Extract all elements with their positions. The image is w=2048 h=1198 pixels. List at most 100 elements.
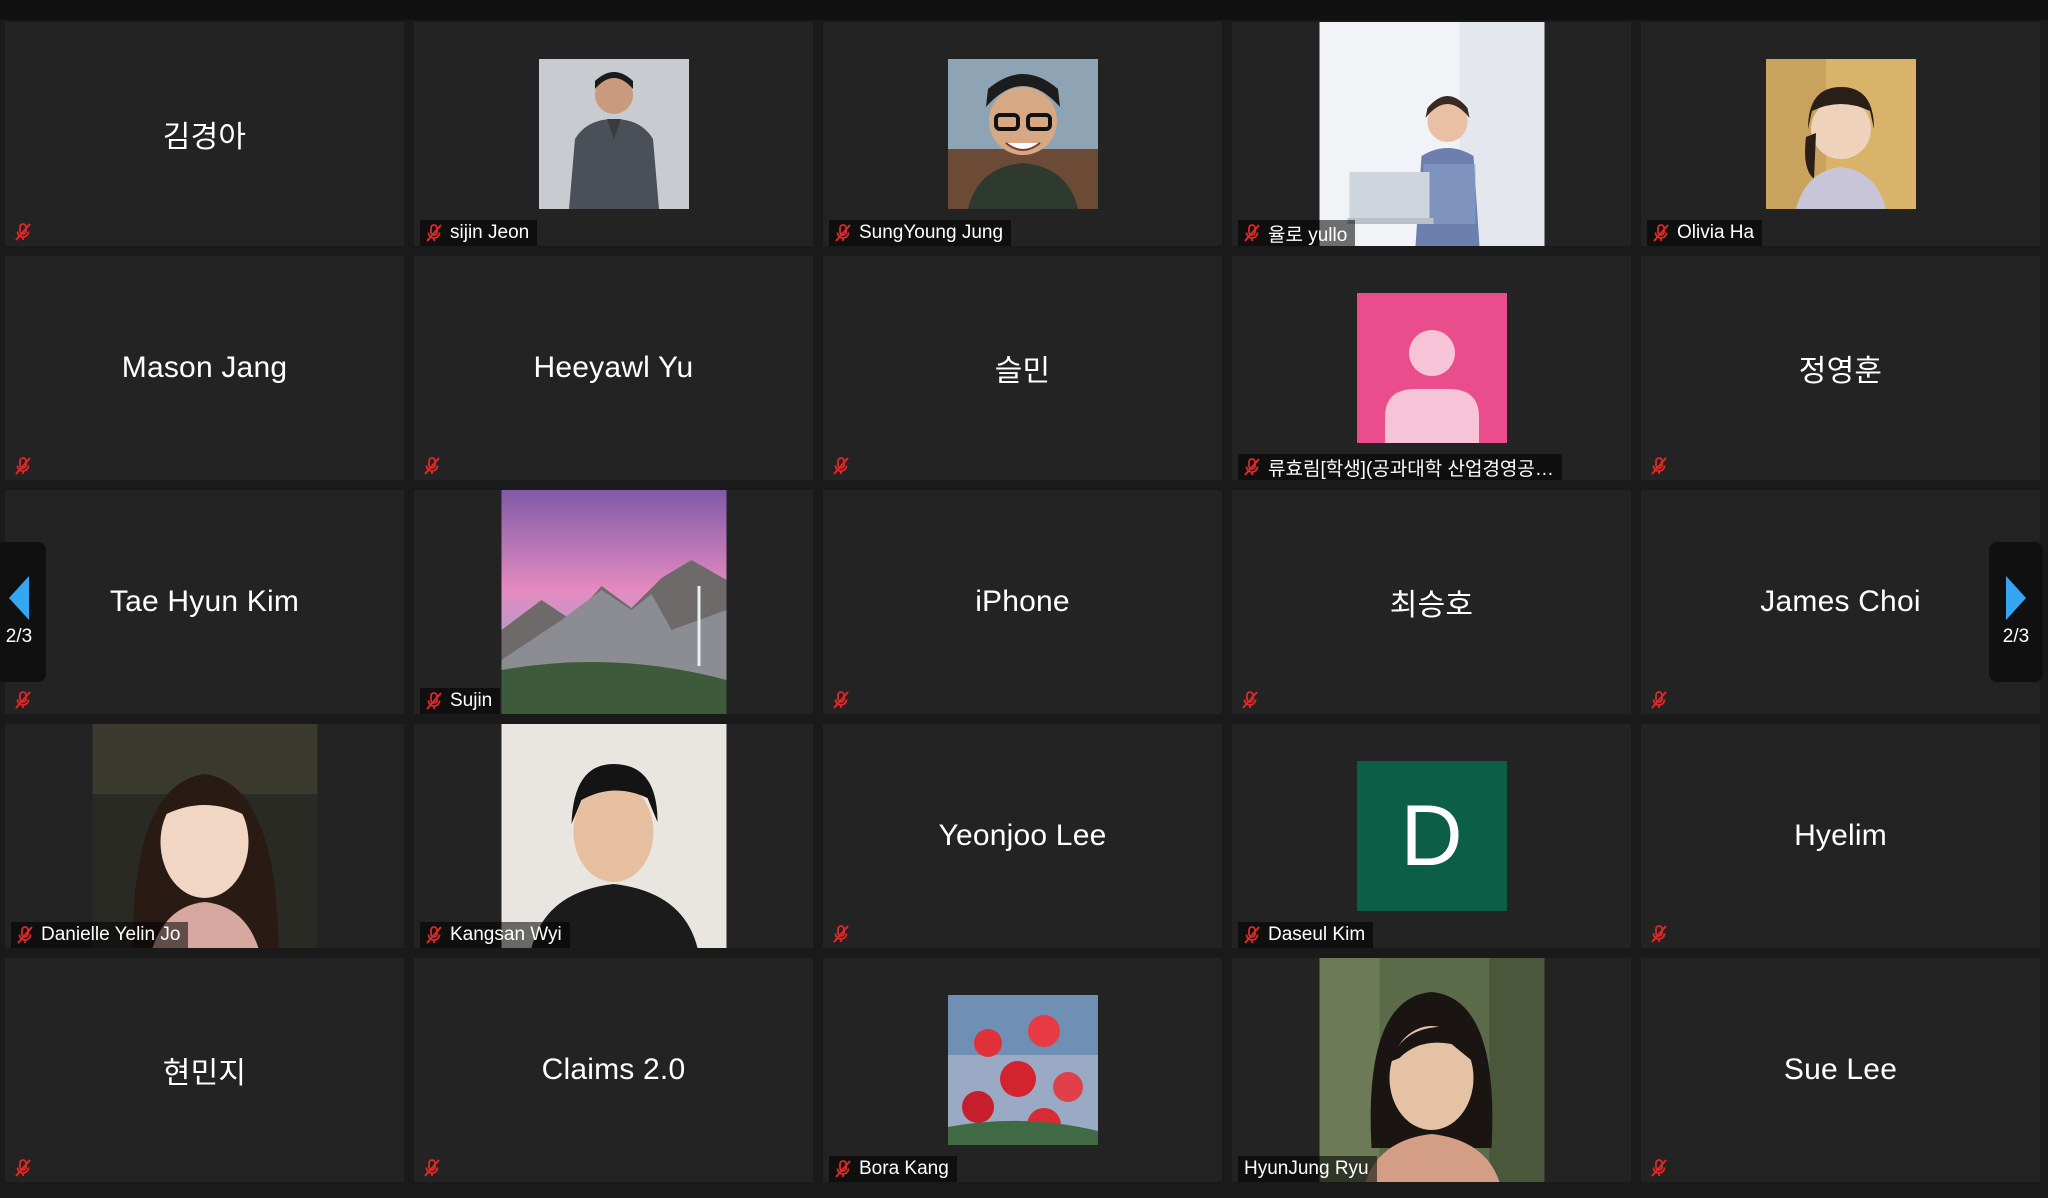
participant-tile[interactable]: 현민지 — [5, 958, 404, 1182]
participant-video — [501, 490, 726, 714]
participant-name: Sue Lee — [1783, 1053, 1898, 1086]
mic-muted-icon — [1649, 924, 1669, 944]
participant-name: 슬민 — [994, 355, 1051, 388]
participant-tile[interactable]: Danielle Yelin Jo — [5, 724, 404, 948]
participant-label: sijin Jeon — [420, 220, 538, 246]
participant-label: Sujin — [420, 688, 501, 714]
participant-video — [1765, 59, 1916, 209]
participant-name: 정영훈 — [1798, 355, 1883, 388]
participant-tile[interactable]: D Daseul Kim — [1232, 724, 1631, 948]
previous-page-button[interactable]: 2/3 — [0, 542, 46, 682]
participant-video — [501, 724, 726, 948]
participant-name: Hyelim — [1794, 819, 1887, 852]
participant-name: 류효림[학생](공과대학 산업경영공… — [1268, 458, 1554, 480]
participant-name: HyunJung Ryu — [1244, 1158, 1369, 1179]
participant-name: Daseul Kim — [1268, 924, 1366, 945]
mic-muted-icon — [831, 456, 851, 476]
participant-tile[interactable]: Sue Lee — [1641, 958, 2040, 1182]
participant-tile[interactable]: James Choi — [1641, 490, 2040, 714]
participant-name: SungYoung Jung — [859, 222, 1004, 243]
participant-tile[interactable]: Yeonjoo Lee — [823, 724, 1222, 948]
participant-name: iPhone — [975, 585, 1070, 618]
participant-video — [1319, 22, 1544, 246]
participant-label: Daseul Kim — [1238, 922, 1374, 948]
participant-video — [538, 59, 689, 209]
participant-tile[interactable]: Heeyawl Yu — [414, 256, 813, 480]
mic-muted-icon — [1240, 690, 1260, 710]
participant-tile[interactable]: iPhone — [823, 490, 1222, 714]
participant-label: HyunJung Ryu — [1238, 1156, 1377, 1182]
participant-video — [947, 995, 1098, 1145]
mic-muted-icon — [1242, 925, 1262, 945]
participant-video — [947, 59, 1098, 209]
participant-tile[interactable]: Olivia Ha — [1641, 22, 2040, 246]
participant-name: Danielle Yelin Jo — [41, 924, 181, 945]
participant-label: Olivia Ha — [1647, 220, 1763, 246]
mic-muted-icon — [831, 924, 851, 944]
participant-name: Heeyawl Yu — [533, 351, 694, 384]
mic-muted-icon — [422, 1158, 442, 1178]
mic-muted-icon — [833, 1159, 853, 1179]
participant-tile[interactable]: 슬민 — [823, 256, 1222, 480]
participant-name: Mason Jang — [121, 351, 288, 384]
participant-tile[interactable]: 류효림[학생](공과대학 산업경영공… — [1232, 256, 1631, 480]
mic-muted-icon — [13, 222, 33, 242]
participant-video — [1319, 958, 1544, 1182]
participant-name: Kangsan Wyi — [450, 924, 562, 945]
mic-muted-icon — [1649, 690, 1669, 710]
participant-label: 율로 yullo — [1238, 220, 1356, 246]
mic-muted-icon — [1651, 223, 1671, 243]
mic-muted-icon — [13, 1158, 33, 1178]
participant-label: Bora Kang — [829, 1156, 957, 1182]
participant-tile[interactable]: sijin Jeon — [414, 22, 813, 246]
participant-tile[interactable]: Tae Hyun Kim — [5, 490, 404, 714]
participant-tile[interactable]: SungYoung Jung — [823, 22, 1222, 246]
participant-name: sijin Jeon — [450, 222, 530, 243]
arrow-left-icon — [9, 576, 29, 620]
mic-muted-icon — [1242, 457, 1262, 477]
participant-tile[interactable]: Hyelim — [1641, 724, 2040, 948]
participant-label: Kangsan Wyi — [420, 922, 570, 948]
participant-tile[interactable]: Sujin — [414, 490, 813, 714]
mic-muted-icon — [424, 925, 444, 945]
mic-muted-icon — [1242, 223, 1262, 243]
mic-muted-icon — [13, 690, 33, 710]
participant-label: SungYoung Jung — [829, 220, 1012, 246]
participant-name: 김경아 — [162, 121, 247, 154]
participant-tile[interactable]: 최승호 — [1232, 490, 1631, 714]
participant-tile[interactable]: HyunJung Ryu — [1232, 958, 1631, 1182]
top-bar — [0, 0, 2048, 20]
participant-tile[interactable]: Mason Jang — [5, 256, 404, 480]
default-avatar-icon — [1356, 293, 1507, 443]
participant-tile[interactable]: 율로 yullo — [1232, 22, 1631, 246]
participant-name: Olivia Ha — [1677, 222, 1755, 243]
page-indicator: 2/3 — [5, 626, 33, 647]
participant-label: Danielle Yelin Jo — [11, 922, 189, 948]
participant-video — [92, 724, 317, 948]
next-page-button[interactable]: 2/3 — [1989, 542, 2043, 682]
mic-muted-icon — [422, 456, 442, 476]
page-indicator: 2/3 — [2002, 626, 2030, 647]
mic-muted-icon — [831, 690, 851, 710]
participant-tile[interactable]: Kangsan Wyi — [414, 724, 813, 948]
mic-muted-icon — [1649, 1158, 1669, 1178]
default-avatar-icon: D — [1356, 761, 1507, 911]
participant-name: James Choi — [1760, 585, 1921, 618]
participant-tile[interactable]: 정영훈 — [1641, 256, 2040, 480]
participant-name: Sujin — [450, 690, 493, 711]
participant-name: 율로 yullo — [1268, 224, 1348, 246]
participant-tile[interactable]: 김경아 — [5, 22, 404, 246]
participant-name: Tae Hyun Kim — [109, 585, 300, 618]
mic-muted-icon — [833, 223, 853, 243]
participant-name: Yeonjoo Lee — [938, 819, 1107, 852]
mic-muted-icon — [1649, 456, 1669, 476]
mic-muted-icon — [13, 456, 33, 476]
mic-muted-icon — [424, 691, 444, 711]
participant-name: Bora Kang — [859, 1158, 949, 1179]
participant-grid: 김경아 sijin Jeon SungYoung Jung 율로 yullo O… — [5, 22, 2040, 1182]
participant-label: 류효림[학생](공과대학 산업경영공… — [1238, 454, 1562, 480]
participant-tile[interactable]: Claims 2.0 — [414, 958, 813, 1182]
participant-tile[interactable]: Bora Kang — [823, 958, 1222, 1182]
participant-name: 현민지 — [162, 1057, 247, 1090]
mic-muted-icon — [15, 925, 35, 945]
